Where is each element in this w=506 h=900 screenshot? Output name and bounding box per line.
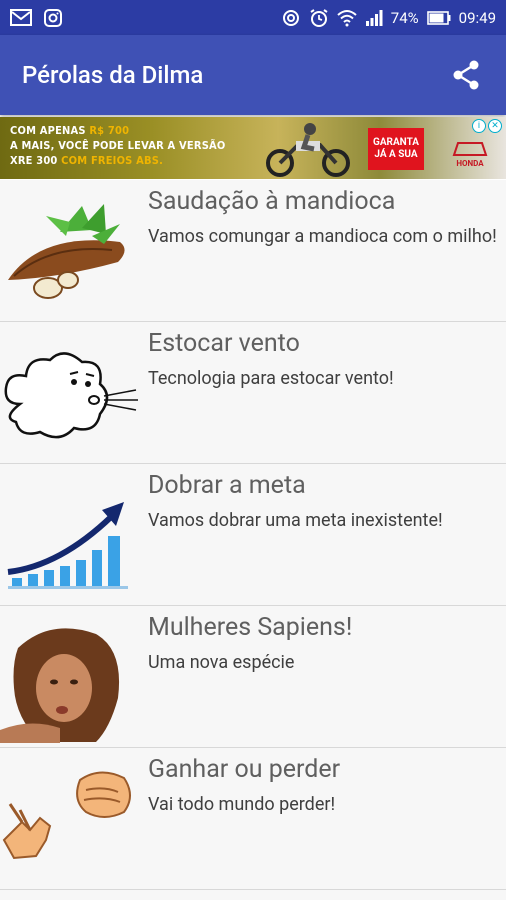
instagram-icon — [44, 8, 62, 27]
item-subtitle: Vamos comungar a mandioca com o milho! — [148, 226, 497, 247]
wifi-icon — [337, 9, 357, 27]
item-title: Saudação à mandioca — [148, 187, 396, 216]
list-item[interactable]: Ganhar ou perder Vai todo mundo perder! — [0, 748, 506, 890]
battery-icon — [426, 10, 451, 25]
list-item[interactable]: Mulheres Sapiens! Uma nova espécie — [0, 606, 506, 748]
quotes-list: Saudação à mandioca Vamos comungar a man… — [0, 180, 506, 900]
gmail-icon — [10, 9, 32, 26]
cavewoman-image — [0, 618, 140, 743]
item-subtitle: Uma nova espécie — [148, 652, 295, 673]
list-item[interactable]: Saudação à mandioca Vamos comungar a man… — [0, 180, 506, 322]
ad-brand-logo: HONDA — [440, 141, 500, 168]
cassava-image — [8, 204, 125, 299]
clock-time: 09:49 — [458, 8, 496, 27]
item-subtitle: Vai todo mundo perder! — [148, 794, 336, 815]
battery-percent: 74% — [390, 8, 419, 27]
app-title: Pérolas da Dilma — [22, 61, 204, 89]
share-button[interactable] — [448, 57, 484, 93]
adchoices-close-icon[interactable]: ✕ — [488, 119, 502, 133]
item-title: Mulheres Sapiens! — [148, 613, 353, 642]
list-item[interactable]: Dobrar a meta Vamos dobrar uma meta inex… — [0, 464, 506, 606]
motorcycle-image — [266, 123, 350, 177]
signal-icon — [365, 9, 383, 26]
item-title: Estocar vento — [148, 329, 300, 358]
item-subtitle: Tecnologia para estocar vento! — [148, 368, 394, 389]
ad-cta-button[interactable]: GARANTA JÁ A SUA — [368, 128, 424, 170]
item-subtitle: Vamos dobrar uma meta inexistente! — [148, 510, 443, 531]
adchoices-info-icon[interactable]: i — [472, 119, 486, 133]
status-bar: 74% 09:49 — [0, 0, 506, 35]
ad-copy: COM APENAS R$ 700 A MAIS, VOCÊ PODE LEVA… — [10, 124, 226, 167]
alarm-icon — [309, 8, 329, 28]
share-icon — [453, 60, 479, 90]
ad-choices[interactable]: i ✕ — [472, 119, 502, 133]
app-bar: Pérolas da Dilma — [0, 35, 506, 115]
sync-icon — [281, 8, 301, 28]
wind-cloud-image — [4, 352, 138, 439]
rock-paper-scissors-image — [2, 771, 131, 860]
growth-chart-image — [7, 502, 128, 589]
list-item[interactable]: Estocar vento Tecnologia para estocar ve… — [0, 322, 506, 464]
item-title: Dobrar a meta — [148, 471, 306, 500]
item-title: Ganhar ou perder — [148, 755, 341, 784]
ad-banner[interactable]: COM APENAS R$ 700 A MAIS, VOCÊ PODE LEVA… — [0, 117, 506, 179]
